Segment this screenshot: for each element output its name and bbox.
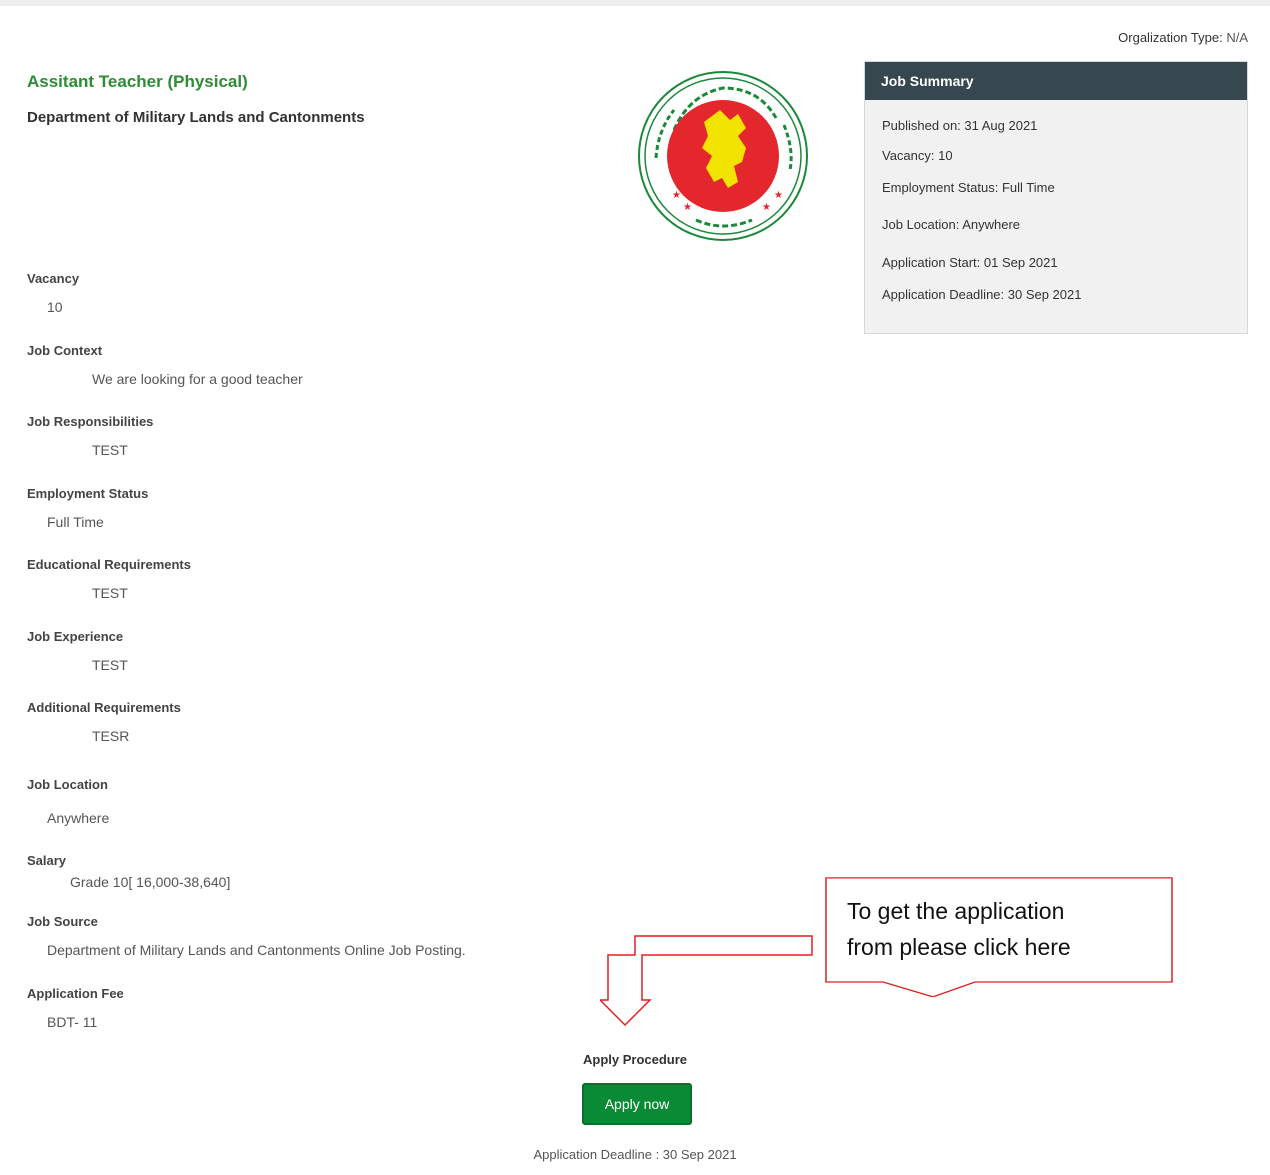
employment-status-label: Employment Status — [27, 486, 149, 501]
job-source-label: Job Source — [27, 914, 98, 929]
job-source-value: Department of Military Lands and Cantonm… — [47, 942, 466, 958]
application-fee-value: BDT- 11 — [47, 1014, 98, 1030]
job-context-label: Job Context — [27, 343, 103, 358]
apply-procedure-heading: Apply Procedure — [582, 1052, 688, 1067]
svg-text:★: ★ — [683, 202, 692, 213]
summary-employment-status: Employment Status: Full Time — [882, 180, 1055, 195]
application-fee-label: Application Fee — [27, 986, 124, 1001]
callout-text: To get the application from please click… — [847, 893, 1147, 965]
salary-label: Salary — [27, 853, 67, 868]
job-responsibilities-label: Job Responsibilities — [27, 414, 154, 429]
job-title: Assitant Teacher (Physical) — [27, 72, 248, 91]
job-summary-title: Job Summary — [865, 62, 1247, 100]
job-location-label: Job Location — [27, 777, 108, 792]
job-responsibilities-value: TEST — [92, 442, 128, 458]
summary-application-start: Application Start: 01 Sep 2021 — [882, 255, 1058, 270]
job-experience-label: Job Experience — [27, 629, 124, 644]
job-summary-card: Job Summary Published on: 31 Aug 2021 Va… — [864, 61, 1248, 334]
svg-text:★: ★ — [774, 190, 783, 201]
vacancy-label: Vacancy — [27, 271, 80, 286]
summary-published: Published on: 31 Aug 2021 — [882, 118, 1038, 133]
job-location-value: Anywhere — [47, 810, 110, 826]
summary-job-location: Job Location: Anywhere — [882, 217, 1021, 232]
organization-type-value: N/A — [1226, 30, 1248, 45]
summary-application-deadline: Application Deadline: 30 Sep 2021 — [882, 287, 1082, 302]
educational-requirements-value: TEST — [92, 585, 128, 601]
pointer-arrow-icon — [600, 935, 813, 1027]
additional-requirements-value: TESR — [92, 728, 130, 744]
summary-vacancy: Vacancy: 10 — [882, 148, 953, 163]
callout-line-2: from please click here — [847, 934, 1071, 960]
organization-type-label: Orgalization Type: — [1118, 30, 1223, 45]
organization-type: Orgalization Type: N/A — [1118, 30, 1248, 45]
top-divider — [0, 0, 1270, 6]
educational-requirements-label: Educational Requirements — [27, 557, 191, 572]
svg-text:★: ★ — [672, 190, 681, 201]
additional-requirements-label: Additional Requirements — [27, 700, 181, 715]
salary-value: Grade 10[ 16,000-38,640] — [70, 874, 231, 890]
employment-status-value: Full Time — [47, 514, 104, 530]
organization-name: Department of Military Lands and Cantonm… — [27, 109, 365, 126]
vacancy-value: 10 — [47, 299, 63, 315]
job-experience-value: TEST — [92, 657, 128, 673]
callout-line-1: To get the application — [847, 898, 1065, 924]
application-deadline-footer: Application Deadline : 30 Sep 2021 — [533, 1147, 737, 1162]
job-context-value: We are looking for a good teacher — [92, 371, 303, 387]
government-seal-logo: ★ ★ ★ ★ — [638, 71, 808, 241]
svg-text:★: ★ — [762, 202, 771, 213]
apply-now-button[interactable]: Apply now — [582, 1083, 692, 1125]
